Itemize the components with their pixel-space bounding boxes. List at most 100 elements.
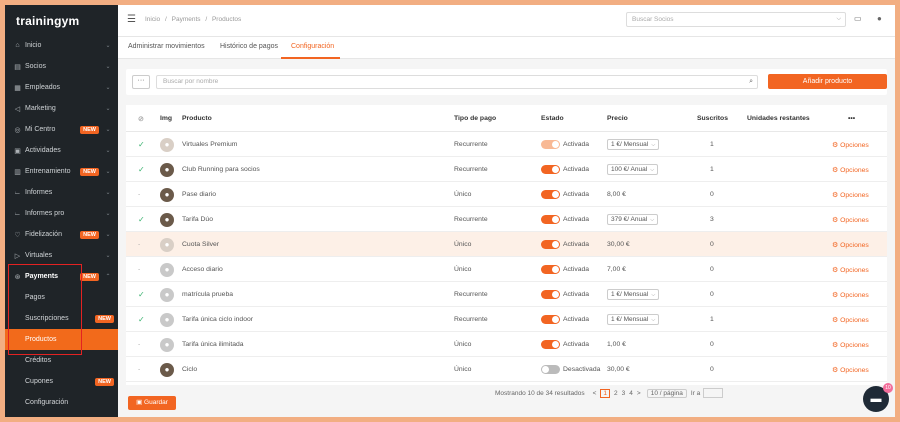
row-options-cell[interactable]: ⚙ Opciones <box>832 332 869 357</box>
sidebar-item-mi-centro[interactable]: ◎ Mi Centro NEW ⌄ <box>5 119 118 140</box>
add-product-button[interactable]: Añadir producto <box>768 74 887 89</box>
page-size-select[interactable]: 10 / página <box>646 388 687 398</box>
price-value: 30,00 € <box>607 366 630 373</box>
options-button[interactable]: ⚙ Opciones <box>832 291 869 299</box>
sidebar-item-actividades[interactable]: ▣ Actividades ⌄ <box>5 140 118 161</box>
table-row[interactable]: ✓ ● Virtuales Premium Recurrente Activada 1 €… <box>126 132 887 157</box>
price-value: 100 €/ Anual <box>611 165 648 173</box>
sidebar-item-inicio[interactable]: ⌂ Inicio ⌄ <box>5 35 118 56</box>
page-1[interactable]: 1 <box>600 388 611 398</box>
row-image-cell: ● <box>160 332 174 357</box>
price-select[interactable]: 1 €/ Mensual ⌵ <box>607 139 660 150</box>
options-button[interactable]: ⚙ Opciones <box>832 341 869 349</box>
row-image-cell: ● <box>160 157 174 182</box>
row-product-cell: Pase diario <box>182 182 216 207</box>
page-2[interactable]: 2 <box>614 390 618 397</box>
table-row[interactable]: - ● Pase diario Único Activada 8,00 € 0 ⚙ Opcion… <box>126 182 887 207</box>
menu-toggle-icon[interactable]: ☰ <box>127 14 136 25</box>
row-options-cell[interactable]: ⚙ Opciones <box>832 157 869 182</box>
page-3[interactable]: 3 <box>622 390 626 397</box>
table-row[interactable]: ✓ ● Tarifa única ciclo indoor Recurrente Act… <box>126 307 887 332</box>
options-button[interactable]: ⚙ Opciones <box>832 366 869 374</box>
table-row[interactable]: ✓ ● matrícula prueba Recurrente Activada 1 €/… <box>126 282 887 307</box>
name-search-input[interactable]: Buscar por nombre ⌕ <box>156 75 758 89</box>
row-options-cell[interactable]: ⚙ Opciones <box>832 132 869 157</box>
options-button[interactable]: ⚙ Opciones <box>832 191 869 199</box>
status-toggle[interactable] <box>541 340 560 349</box>
table-row[interactable]: ✓ ● Tarifa Dúo Recurrente Activada 379 €/ Anu… <box>126 207 887 232</box>
chevron-down-icon: ⌄ <box>105 169 111 175</box>
goto-input[interactable] <box>703 388 724 398</box>
status-toggle[interactable] <box>541 215 560 224</box>
options-button[interactable]: ⚙ Opciones <box>832 141 869 149</box>
status-toggle[interactable] <box>541 315 560 324</box>
tab-administrar-movimientos[interactable]: Administrar movimientos <box>128 43 205 50</box>
tab-historico-pagos[interactable]: Histórico de pagos <box>220 43 278 50</box>
options-label: Opciones <box>840 141 869 149</box>
options-button[interactable]: ⚙ Opciones <box>832 166 869 174</box>
options-button[interactable]: ⚙ Opciones <box>832 216 869 224</box>
status-toggle[interactable] <box>541 140 560 149</box>
card-icon[interactable]: ▭ <box>854 14 862 23</box>
table-row[interactable]: - ● Ciclo Único Desactivada 30,00 € 0 ⚙ Opciones <box>126 357 887 382</box>
options-label: Opciones <box>840 341 869 349</box>
sidebar-item-socios[interactable]: ▤ Socios ⌄ <box>5 56 118 77</box>
breadcrumb-inicio[interactable]: Inicio <box>145 16 160 23</box>
app-frame: trainingym ⌂ Inicio ⌄ ▤ Socios ⌄ ▦ Empleados ⌄ ◁ M… <box>5 5 895 417</box>
price-value: 1 €/ Mensual <box>611 315 649 323</box>
more-filters-button[interactable]: ··· <box>132 75 150 89</box>
row-options-cell[interactable]: ⚙ Opciones <box>832 207 869 232</box>
row-options-cell[interactable]: ⚙ Opciones <box>832 232 869 257</box>
table-row[interactable]: ✓ ● Club Running para socios Recurrente Acti… <box>126 157 887 182</box>
prev-page-button[interactable]: < <box>593 390 597 397</box>
price-value: 30,00 € <box>607 241 630 248</box>
breadcrumb-payments[interactable]: Payments <box>172 16 201 23</box>
header-more-icon[interactable]: ••• <box>848 115 855 122</box>
sidebar-item-virtuales[interactable]: ▷ Virtuales ⌄ <box>5 245 118 266</box>
price-select[interactable]: 1 €/ Mensual ⌵ <box>607 289 660 300</box>
row-options-cell[interactable]: ⚙ Opciones <box>832 182 869 207</box>
new-badge: NEW <box>80 125 99 134</box>
sidebar-item-empleados[interactable]: ▦ Empleados ⌄ <box>5 77 118 98</box>
status-label: Activada <box>563 341 590 348</box>
page-4[interactable]: 4 <box>629 390 633 397</box>
sidebar-item-informes[interactable]: ⌳ Informes ⌄ <box>5 182 118 203</box>
gear-icon: ⚙ <box>832 316 839 324</box>
row-options-cell[interactable]: ⚙ Opciones <box>832 357 869 382</box>
row-options-cell[interactable]: ⚙ Opciones <box>832 307 869 332</box>
status-toggle[interactable] <box>541 290 560 299</box>
sidebar-subitem-cupones[interactable]: Cupones NEW <box>5 371 118 392</box>
table-row[interactable]: - ● Cuota Silver Único Activada 30,00 € 0 ⚙ Opci… <box>126 232 887 257</box>
options-button[interactable]: ⚙ Opciones <box>832 266 869 274</box>
sidebar-item-entrenamiento[interactable]: ▥ Entrenamiento NEW ⌄ <box>5 161 118 182</box>
sidebar-subitem-configuracion[interactable]: Configuración <box>5 392 118 413</box>
sidebar-item-informes-pro[interactable]: ⌳ Informes pro ⌄ <box>5 203 118 224</box>
user-icon[interactable]: ● <box>877 14 882 23</box>
price-select[interactable]: 1 €/ Mensual ⌵ <box>607 314 660 325</box>
table-row[interactable]: - ● Tarifa única ilimitada Único Activada 1,0… <box>126 332 887 357</box>
status-toggle[interactable] <box>541 265 560 274</box>
next-page-button[interactable]: > <box>637 390 641 397</box>
status-toggle[interactable] <box>541 365 560 374</box>
product-name: Ciclo <box>182 366 198 373</box>
status-toggle[interactable] <box>541 240 560 249</box>
row-type-cell: Recurrente <box>454 157 488 182</box>
sidebar-item-fidelizaci-n[interactable]: ♡ Fidelización NEW ⌄ <box>5 224 118 245</box>
row-price-cell: 7,00 € <box>607 257 626 282</box>
save-button[interactable]: ▣ Guardar <box>128 396 176 410</box>
options-label: Opciones <box>840 241 869 249</box>
status-toggle[interactable] <box>541 165 560 174</box>
row-price-cell: 379 €/ Anual ⌵ <box>607 207 659 232</box>
row-options-cell[interactable]: ⚙ Opciones <box>832 282 869 307</box>
table-row[interactable]: - ● Acceso diario Único Activada 7,00 € 0 ⚙ Opci… <box>126 257 887 282</box>
price-select[interactable]: 379 €/ Anual ⌵ <box>607 214 659 225</box>
options-button[interactable]: ⚙ Opciones <box>832 241 869 249</box>
price-value: 8,00 € <box>607 191 626 198</box>
tab-configuracion[interactable]: Configuración <box>291 43 334 50</box>
status-toggle[interactable] <box>541 190 560 199</box>
price-select[interactable]: 100 €/ Anual ⌵ <box>607 164 659 175</box>
sidebar-item-marketing[interactable]: ◁ Marketing ⌄ <box>5 98 118 119</box>
row-options-cell[interactable]: ⚙ Opciones <box>832 257 869 282</box>
search-socios-select[interactable]: Buscar Socios ⌵ <box>626 12 846 27</box>
options-button[interactable]: ⚙ Opciones <box>832 316 869 324</box>
